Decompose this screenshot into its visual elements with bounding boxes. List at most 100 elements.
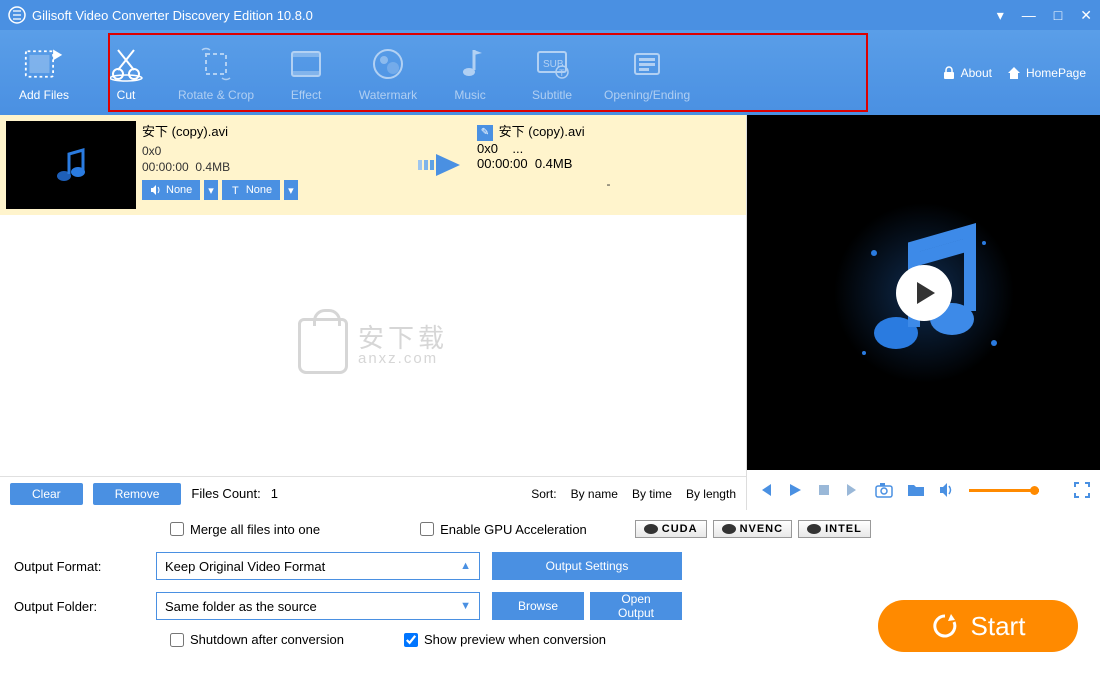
volume-icon[interactable]	[939, 482, 955, 498]
about-link[interactable]: About	[941, 65, 992, 81]
svg-text:T: T	[559, 68, 565, 78]
show-preview-label: Show preview when conversion	[424, 632, 606, 647]
output-format-label: Output Format:	[14, 559, 144, 574]
tool-effect[interactable]: Effect	[276, 44, 336, 102]
output-folder-label: Output Folder:	[14, 599, 144, 614]
subtitle-track-label: None	[246, 184, 272, 196]
subtitle-icon: SUBT	[532, 44, 572, 84]
svg-text:T: T	[232, 185, 239, 196]
merge-label: Merge all files into one	[190, 522, 320, 537]
tool-subtitle[interactable]: SUBT Subtitle	[522, 44, 582, 102]
file-row[interactable]: 安下 (copy).avi 0x0 00:00:00 0.4MB None ▾ …	[0, 115, 746, 215]
progress-placeholder: -	[477, 177, 740, 191]
preview-area[interactable]	[747, 115, 1100, 470]
watermark-bag-icon	[298, 318, 348, 374]
files-count-value: 1	[271, 486, 278, 501]
music-icon	[450, 44, 490, 84]
open-folder-button[interactable]	[907, 482, 925, 498]
start-button[interactable]: Start	[878, 600, 1078, 652]
source-dimensions: 0x0	[142, 144, 405, 158]
browse-button[interactable]: Browse	[492, 592, 584, 620]
gpu-label: Enable GPU Acceleration	[440, 522, 587, 537]
chevron-up-icon: ▲	[460, 560, 471, 572]
output-format-dropdown[interactable]: Keep Original Video Format ▲	[156, 552, 480, 580]
menu-dropdown-icon[interactable]: ▾	[997, 7, 1004, 24]
sort-label: Sort:	[531, 487, 556, 501]
file-thumbnail	[6, 121, 136, 209]
effect-icon	[286, 44, 326, 84]
speaker-icon	[150, 184, 162, 196]
tool-rotate-crop[interactable]: Rotate & Crop	[178, 44, 254, 102]
dest-file-name: 安下 (copy).avi	[499, 124, 585, 139]
watermark-main-text: 安下载	[358, 325, 448, 351]
subtitle-track-dropdown[interactable]: ▾	[284, 180, 298, 200]
shutdown-checkbox[interactable]: Shutdown after conversion	[170, 632, 344, 647]
nvenc-badge: NVENC	[713, 520, 793, 538]
opening-ending-icon	[627, 44, 667, 84]
add-files-label: Add Files	[19, 88, 69, 102]
play-button[interactable]	[787, 482, 803, 498]
clear-button[interactable]: Clear	[10, 483, 83, 505]
convert-arrow-icon	[411, 121, 471, 209]
about-label: About	[961, 66, 992, 80]
edit-name-icon[interactable]: ✎	[477, 125, 493, 141]
start-label: Start	[971, 611, 1026, 642]
output-folder-value: Same folder as the source	[165, 599, 317, 614]
subtitle-track-button[interactable]: T None	[222, 180, 280, 200]
home-icon	[1006, 65, 1022, 81]
show-preview-checkbox[interactable]: Show preview when conversion	[404, 632, 606, 647]
source-duration: 00:00:00	[142, 160, 189, 174]
cut-icon	[106, 44, 146, 84]
rotate-crop-icon	[196, 44, 236, 84]
tool-cut[interactable]: Cut	[96, 44, 156, 102]
dest-ellipsis[interactable]: ...	[512, 141, 523, 156]
merge-checkbox[interactable]: Merge all files into one	[170, 522, 320, 537]
close-icon[interactable]: ✕	[1080, 7, 1092, 24]
watermark-sub-text: anxz.com	[358, 351, 438, 366]
tool-watermark-label: Watermark	[359, 88, 417, 102]
add-files-button[interactable]: Add Files	[14, 44, 74, 102]
output-settings-button[interactable]: Output Settings	[492, 552, 682, 580]
app-logo-icon	[8, 6, 26, 24]
prev-button[interactable]	[757, 482, 773, 498]
watermark-overlay: 安下载 anxz.com	[298, 318, 448, 374]
source-file-name: 安下 (copy).avi	[142, 121, 405, 140]
lock-icon	[941, 65, 957, 81]
tool-music[interactable]: Music	[440, 44, 500, 102]
open-output-button[interactable]: Open Output	[590, 592, 682, 620]
gpu-checkbox[interactable]: Enable GPU Acceleration	[420, 522, 587, 537]
maximize-icon[interactable]: □	[1054, 7, 1062, 23]
sort-by-time[interactable]: By time	[632, 487, 672, 501]
homepage-link[interactable]: HomePage	[1006, 65, 1086, 81]
dest-duration: 00:00:00	[477, 156, 528, 171]
stop-button[interactable]	[817, 483, 831, 497]
dest-size: 0.4MB	[535, 156, 573, 171]
audio-track-dropdown[interactable]: ▾	[204, 180, 218, 200]
next-button[interactable]	[845, 482, 861, 498]
files-count-label: Files Count:	[191, 486, 260, 501]
text-icon: T	[230, 184, 242, 196]
play-overlay-icon[interactable]	[896, 265, 952, 321]
audio-track-button[interactable]: None	[142, 180, 200, 200]
add-files-icon	[24, 44, 64, 84]
app-title: Gilisoft Video Converter Discovery Editi…	[32, 8, 997, 23]
snapshot-button[interactable]	[875, 482, 893, 498]
remove-button[interactable]: Remove	[93, 483, 182, 505]
sort-by-name[interactable]: By name	[571, 487, 618, 501]
refresh-icon	[931, 612, 959, 640]
volume-slider[interactable]	[969, 489, 1039, 492]
fullscreen-button[interactable]	[1074, 482, 1090, 498]
tool-opening-ending[interactable]: Opening/Ending	[604, 44, 690, 102]
tool-opening-ending-label: Opening/Ending	[604, 88, 690, 102]
output-folder-dropdown[interactable]: Same folder as the source ▼	[156, 592, 480, 620]
shutdown-label: Shutdown after conversion	[190, 632, 344, 647]
minimize-icon[interactable]: —	[1022, 7, 1036, 23]
watermark-icon	[368, 44, 408, 84]
file-list-area: 安下载 anxz.com	[0, 215, 746, 476]
tool-effect-label: Effect	[291, 88, 321, 102]
sort-by-length[interactable]: By length	[686, 487, 736, 501]
tool-subtitle-label: Subtitle	[532, 88, 572, 102]
output-format-value: Keep Original Video Format	[165, 559, 325, 574]
chevron-down-icon: ▼	[460, 600, 471, 612]
tool-watermark[interactable]: Watermark	[358, 44, 418, 102]
